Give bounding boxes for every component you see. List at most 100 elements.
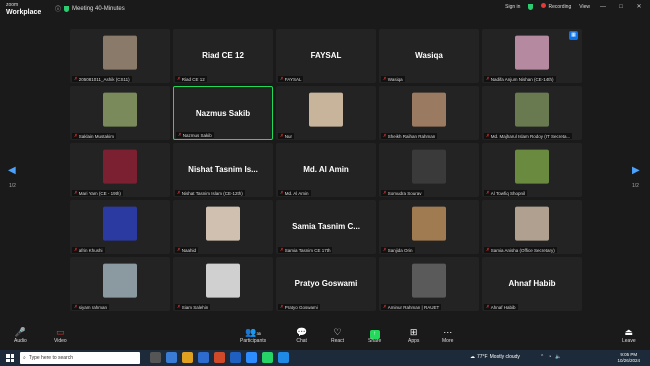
security-icon[interactable] — [528, 3, 534, 10]
left-page-indicator: 1/2 — [9, 183, 16, 189]
mic-muted-icon: ✗ — [177, 304, 181, 309]
participant-name-text: Nur — [284, 133, 293, 139]
participants-count: 35 — [256, 331, 261, 336]
participant-name-label: ✗ Saklain Mustakim — [72, 133, 117, 139]
participants-button[interactable]: 👥35 Participants — [240, 326, 266, 344]
word-icon[interactable] — [230, 352, 241, 363]
participant-tile[interactable]: ✗ Saklain Mustakim — [70, 86, 170, 140]
prev-page-icon[interactable]: ◀ — [8, 165, 16, 176]
zoom-task-icon[interactable] — [246, 352, 257, 363]
leave-button[interactable]: ⏏ Leave — [622, 326, 636, 344]
share-button[interactable]: ↑ Share — [368, 326, 381, 344]
participant-tile[interactable]: ✗ 205081011_Ashik (CS11) — [70, 29, 170, 83]
gallery-view-icon[interactable]: ▦ — [569, 31, 578, 40]
info-icon[interactable]: ⓘ — [55, 4, 61, 13]
participant-tile[interactable]: Ahnaf Habib ✗ Ahnaf Habib — [482, 257, 582, 311]
mic-muted-icon: ✗ — [280, 76, 284, 81]
mic-muted-icon: ✗ — [383, 304, 387, 309]
participant-name-label: ✗ FAYSAL — [278, 76, 304, 82]
participant-photo — [103, 35, 137, 70]
participant-tile[interactable]: Pratyo Goswami ✗ Pratyo Goswami — [276, 257, 376, 311]
participant-tile[interactable]: ✗ Md. Majharul Islam Rodoy (IT Secreta... — [482, 86, 582, 140]
right-page-indicator: 1/2 — [632, 183, 639, 189]
close-icon[interactable]: ✕ — [634, 3, 644, 10]
participant-tile[interactable]: ✗ Siam Salehin — [173, 257, 273, 311]
participant-tile[interactable]: ✗ Nadifa Anjum Nishan (CE-14th) — [482, 29, 582, 83]
temperature: 77°F — [477, 354, 488, 360]
participant-tile[interactable]: Riad CE 12 ✗ Riad CE 12 — [173, 29, 273, 83]
participant-name-text: Nishat Tasnim Islam (CE-12th) — [181, 190, 243, 196]
participant-tile[interactable]: FAYSAL ✗ FAYSAL — [276, 29, 376, 83]
participant-tile[interactable]: Wasiqa ✗ Wasiqa — [379, 29, 479, 83]
weather-widget[interactable]: ☁ 77°F Mostly cloudy — [470, 354, 520, 360]
camera-off-icon: ▭ — [56, 327, 65, 337]
browser-icon[interactable] — [278, 352, 289, 363]
logo-line2: Workplace — [6, 9, 42, 16]
participant-big-name: Nishat Tasnim Is... — [188, 165, 258, 174]
search-placeholder: Type here to search — [28, 355, 74, 361]
recording-indicator[interactable]: Recording — [541, 3, 571, 10]
participant-tile[interactable]: ✗ siyam rahman — [70, 257, 170, 311]
participant-tile[interactable]: ✗ Sheikh Raihan Rahman — [379, 86, 479, 140]
participant-tile[interactable]: Samia Tasnim C... ✗ Samia Tasnim CE 17th — [276, 200, 376, 254]
participant-name-text: Al Towfiq Shopnil — [490, 190, 525, 196]
signin-link[interactable]: Sign in — [505, 4, 520, 10]
chat-button[interactable]: 💬 Chat — [296, 326, 307, 344]
participant-name-text: Saklain Mustakim — [78, 133, 115, 139]
mic-muted-icon: ✗ — [74, 247, 78, 252]
participant-photo — [515, 206, 549, 241]
video-label: Video — [54, 338, 67, 344]
leave-label: Leave — [622, 338, 636, 344]
edge-icon[interactable] — [166, 352, 177, 363]
participant-photo — [103, 263, 137, 298]
participant-name-label: ✗ Somudra Sourav — [381, 190, 424, 196]
participant-name-text: Pratyo Goswami — [284, 304, 318, 310]
audio-button[interactable]: 🎤 Audio — [14, 326, 27, 344]
participant-name-text: Riad CE 12 — [181, 76, 205, 82]
participant-tile[interactable]: ✗ Nur — [276, 86, 376, 140]
taskbar-clock[interactable]: 9:05 PM 10/26/2024 — [617, 352, 640, 364]
participant-tile[interactable]: Nishat Tasnim Is... ✗ Nishat Tasnim Islam … — [173, 143, 273, 197]
participant-tile[interactable]: ✗ Mari Yam (CE - 19th) — [70, 143, 170, 197]
network-icon[interactable]: ◔ — [548, 354, 551, 360]
search-icon: ⌕ — [23, 355, 26, 361]
zoom-logo: zoom Workplace — [6, 2, 41, 16]
volume-icon[interactable]: 🔈 — [555, 354, 561, 360]
store-icon[interactable] — [198, 352, 209, 363]
participant-tile[interactable]: Md. Al Amin ✗ Md. Al Amin — [276, 143, 376, 197]
participant-name-text: Samia Tasnim CE 17th — [284, 247, 331, 253]
react-button[interactable]: ♡ React — [331, 326, 344, 344]
video-button[interactable]: ▭ Video — [54, 326, 67, 344]
more-button[interactable]: ⋯ More — [442, 326, 453, 344]
participant-tile[interactable]: ✗ afrin Khushi — [70, 200, 170, 254]
participant-name-label: ✗ Nur — [278, 133, 295, 139]
tray-arrow-icon[interactable]: ⌃ — [540, 354, 544, 360]
participant-tile[interactable]: ✗ Sanjida Orin — [379, 200, 479, 254]
view-button[interactable]: View — [579, 4, 590, 10]
participant-tile[interactable]: ✗ Samia Anisha (Office Secretary) — [482, 200, 582, 254]
task-view-icon[interactable] — [150, 352, 161, 363]
participant-name-text: Md. Majharul Islam Rodoy (IT Secreta... — [490, 133, 571, 139]
apps-button[interactable]: ⊞ Apps — [408, 326, 419, 344]
taskbar-search-input[interactable]: ⌕ Type here to search — [20, 352, 140, 364]
participant-big-name: Wasiqa — [415, 51, 443, 60]
maximize-icon[interactable]: □ — [616, 4, 626, 10]
file-explorer-icon[interactable] — [182, 352, 193, 363]
whatsapp-icon[interactable] — [262, 352, 273, 363]
mic-muted-icon: ✗ — [178, 132, 182, 137]
participant-tile[interactable]: ✗ Aminur Rahman | RAUET — [379, 257, 479, 311]
next-page-icon[interactable]: ▶ — [632, 165, 640, 176]
shield-icon — [64, 5, 70, 12]
participant-tile[interactable]: ✗ Somudra Sourav — [379, 143, 479, 197]
chrome-icon[interactable] — [214, 352, 225, 363]
participant-tile[interactable]: Nazmus Sakib ✗ Nazmus Sakib — [173, 86, 273, 140]
participant-name-label: ✗ Riad CE 12 — [175, 76, 207, 82]
windows-start-icon[interactable] — [6, 354, 14, 362]
audio-label: Audio — [14, 338, 27, 344]
participant-tile[interactable]: ✗ Al Towfiq Shopnil — [482, 143, 582, 197]
minimize-icon[interactable]: — — [598, 4, 608, 10]
participant-photo — [515, 92, 549, 127]
chat-label: Chat — [296, 338, 307, 344]
participant-tile[interactable]: ✗ Naahid — [173, 200, 273, 254]
participant-big-name: Md. Al Amin — [303, 165, 349, 174]
